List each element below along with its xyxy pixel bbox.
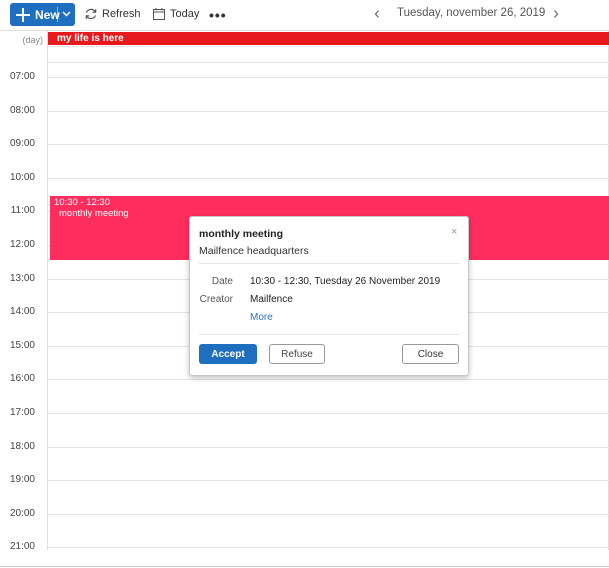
hour-label: 11:00	[10, 205, 35, 216]
hour-line	[47, 379, 609, 380]
accept-button[interactable]: Accept	[199, 344, 257, 364]
creator-label: Creator	[199, 294, 233, 305]
hour-line	[47, 480, 609, 481]
hour-label: 20:00	[9, 508, 35, 519]
event-time: 10:30 - 12:30	[54, 197, 110, 208]
refresh-button[interactable]: Refresh	[84, 7, 141, 21]
event-details-popup: monthly meeting × Mailfence headquarters…	[189, 216, 469, 376]
hour-label: 15:00	[9, 340, 35, 351]
refresh-label: Refresh	[102, 8, 141, 20]
plus-icon	[14, 6, 32, 24]
hour-line	[47, 514, 609, 515]
hour-line	[47, 547, 609, 548]
popup-location: Mailfence headquarters	[199, 245, 309, 257]
hour-label: 21:00	[9, 541, 35, 552]
refuse-button[interactable]: Refuse	[269, 344, 325, 364]
refresh-icon	[85, 8, 97, 20]
close-button[interactable]: Close	[402, 344, 459, 364]
today-label: Today	[170, 8, 200, 20]
calendar-icon	[153, 8, 165, 20]
hour-line	[47, 178, 609, 179]
chevron-down-icon[interactable]	[61, 8, 72, 19]
date-value: 10:30 - 12:30, Tuesday 26 November 2019	[250, 276, 441, 287]
popup-title: monthly meeting	[199, 228, 284, 240]
hour-label: 09:00	[9, 138, 35, 149]
hour-label: 14:00	[9, 306, 35, 317]
new-button[interactable]: New	[10, 3, 75, 26]
hour-label: 18:00	[9, 441, 35, 452]
more-link[interactable]: More	[250, 312, 273, 323]
today-button[interactable]: Today	[152, 7, 199, 21]
hour-label: 10:00	[9, 172, 35, 183]
all-day-event[interactable]: my life is here	[48, 32, 609, 45]
hour-label: 08:00	[9, 105, 35, 116]
hour-label: 19:00	[9, 474, 35, 485]
new-button-label: New	[35, 7, 60, 22]
more-options-icon[interactable]: •••	[209, 7, 227, 23]
date-label: Date	[211, 276, 233, 287]
hour-label: 13:00	[9, 273, 35, 284]
event-title: monthly meeting	[59, 208, 129, 219]
all-day-event-title: my life is here	[57, 33, 124, 44]
chevron-left-icon[interactable]	[372, 7, 382, 21]
all-day-label: (day)	[22, 35, 43, 45]
hour-line	[47, 447, 609, 448]
hour-label: 12:00	[9, 239, 35, 250]
current-date-title: Tuesday, november 26, 2019	[397, 7, 546, 19]
toolbar: New Refresh Today ••• Tuesday, november …	[0, 0, 609, 30]
chevron-right-icon[interactable]	[551, 7, 561, 21]
hour-label: 17:00	[9, 407, 35, 418]
hour-label: 16:00	[9, 373, 35, 384]
hour-line	[47, 144, 609, 145]
hour-line	[47, 413, 609, 414]
creator-value: Mailfence	[250, 294, 293, 305]
hour-line	[47, 77, 609, 78]
hour-label: 07:00	[9, 71, 35, 82]
close-icon[interactable]: ×	[451, 226, 457, 238]
hour-line	[47, 111, 609, 112]
